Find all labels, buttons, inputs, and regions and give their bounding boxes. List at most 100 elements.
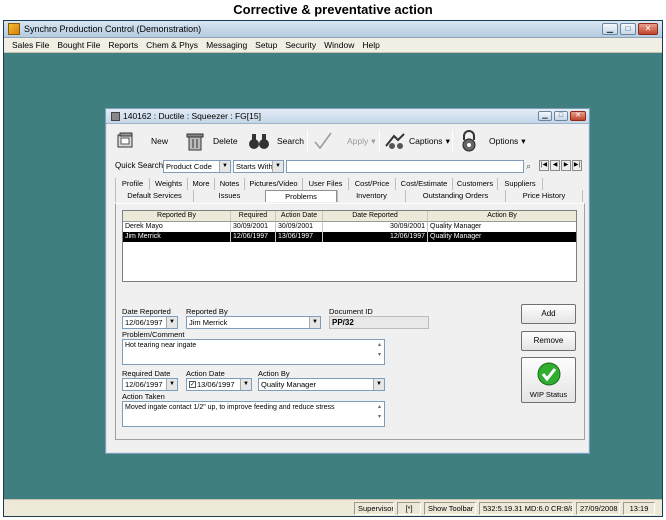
date-reported-label: Date Reported: [122, 307, 171, 316]
tab-more[interactable]: More: [187, 178, 214, 190]
tab-default-services[interactable]: Default Services: [115, 190, 193, 202]
child-title-bar: 140162 : Ductile : Squeezer : FG[15] ▁ □…: [106, 109, 589, 124]
tab-price-history[interactable]: Price History: [505, 190, 583, 202]
first-record-icon[interactable]: |◀: [539, 160, 549, 171]
chevron-down-icon: ▼: [373, 379, 384, 390]
menu-security[interactable]: Security: [281, 38, 320, 52]
table-row-selected[interactable]: Jim Merrick 12/06/1997 13/06/1997 12/06/…: [123, 232, 576, 242]
tab-cost-estimate[interactable]: Cost/Estimate: [395, 178, 452, 190]
column-header-action-by[interactable]: Action By: [428, 211, 576, 221]
wip-status-button[interactable]: WIP Status: [521, 357, 576, 403]
menu-window[interactable]: Window: [320, 38, 358, 52]
captions-label: Captions: [409, 136, 443, 146]
cell-action-date: 13/06/1997: [276, 232, 323, 242]
required-date-field[interactable]: 12/06/1997 ▼: [122, 378, 178, 391]
binoculars-icon: [249, 134, 269, 149]
table-row[interactable]: Derek Mayo 30/09/2001 30/09/2001 30/09/2…: [123, 222, 576, 232]
action-by-select[interactable]: Quality Manager ▼: [258, 378, 385, 391]
action-taken-memo[interactable]: Moved ingate contact 1/2" up, to improve…: [122, 401, 385, 427]
new-button[interactable]: New: [116, 128, 168, 154]
cell-required: 30/09/2001: [231, 222, 276, 232]
quick-search-input[interactable]: [286, 160, 524, 173]
tab-customers[interactable]: Customers: [452, 178, 497, 190]
toolbar-separator: [307, 130, 308, 152]
cell-action-date: 30/09/2001: [276, 222, 323, 232]
reported-by-value: Jim Merrick: [189, 318, 228, 327]
tab-notes[interactable]: Notes: [214, 178, 244, 190]
action-date-value: 13/06/1997: [197, 380, 235, 389]
column-header-action-date[interactable]: Action Date: [276, 211, 323, 221]
chevron-down-icon: ▼: [309, 317, 320, 328]
magnifier-icon[interactable]: ⌕: [526, 161, 531, 172]
tab-pictures-video[interactable]: Pictures/Video: [244, 178, 302, 190]
minimize-icon[interactable]: ▁: [602, 23, 618, 35]
action-date-checkbox[interactable]: ✓: [189, 381, 196, 388]
tab-row-2: Default Services Issues Problems Invento…: [115, 190, 583, 202]
tab-suppliers[interactable]: Suppliers: [497, 178, 543, 190]
column-header-reported-by[interactable]: Reported By: [123, 211, 231, 221]
document-icon: [111, 112, 120, 121]
menu-chem-phys[interactable]: Chem & Phys: [142, 38, 202, 52]
next-record-icon[interactable]: ▶: [561, 160, 571, 171]
menu-reports[interactable]: Reports: [104, 38, 142, 52]
padlock-icon: [462, 130, 476, 152]
tab-inventory[interactable]: Inventory: [337, 190, 405, 202]
action-date-field[interactable]: ✓ 13/06/1997 ▼: [186, 378, 252, 391]
tab-user-files[interactable]: User Files: [302, 178, 348, 190]
problem-comment-label: Problem/Comment: [122, 330, 185, 339]
menu-messaging[interactable]: Messaging: [202, 38, 251, 52]
memo-scrollbar[interactable]: ▴ ▾: [375, 340, 384, 364]
add-button[interactable]: Add: [521, 304, 576, 324]
status-user: Supervisor: [354, 502, 394, 515]
date-reported-field[interactable]: 12/06/1997 ▼: [122, 316, 178, 329]
memo-scrollbar[interactable]: ▴ ▾: [375, 402, 384, 426]
chevron-down-icon: ▼: [219, 161, 230, 172]
new-label: New: [151, 136, 169, 146]
options-label: Options: [489, 136, 519, 146]
quick-search-field-value: Product Code: [166, 162, 212, 171]
close-icon[interactable]: ✕: [638, 23, 658, 35]
tab-outstanding-orders[interactable]: Outstanding Orders: [405, 190, 505, 202]
status-version: 532:5.19.31 MD:6.0 CR:8/8.5: [479, 502, 573, 515]
quick-search-field-select[interactable]: Product Code ▼: [163, 160, 231, 173]
captions-button[interactable]: Captions ▾: [384, 128, 450, 154]
tab-weights[interactable]: Weights: [149, 178, 187, 190]
apply-label: Apply: [347, 136, 369, 146]
maximize-icon[interactable]: □: [620, 23, 636, 35]
apply-button[interactable]: Apply ▾: [312, 128, 376, 154]
cell-required: 12/06/1997: [231, 232, 276, 242]
app-title-bar: Synchro Production Control (Demonstratio…: [4, 21, 662, 38]
new-record-icon: [117, 132, 133, 148]
previous-record-icon[interactable]: ◀: [550, 160, 560, 171]
child-maximize-icon[interactable]: □: [554, 111, 568, 121]
search-label: Search: [277, 136, 304, 146]
status-show-toolbar[interactable]: Show Toolbar: [424, 502, 476, 515]
search-button[interactable]: Search: [248, 128, 304, 154]
action-taken-label: Action Taken: [122, 392, 165, 401]
child-title: 140162 : Ductile : Squeezer : FG[15]: [123, 111, 261, 121]
child-close-icon[interactable]: ✕: [570, 111, 586, 121]
last-record-icon[interactable]: ▶|: [572, 160, 582, 171]
quick-search-mode-select[interactable]: Starts With ▼: [233, 160, 284, 173]
problems-grid[interactable]: Reported By Required Action Date Date Re…: [122, 210, 577, 282]
reported-by-select[interactable]: Jim Merrick ▼: [186, 316, 321, 329]
quick-search-mode-value: Starts With: [236, 162, 273, 171]
tab-problems[interactable]: Problems: [265, 190, 337, 202]
tab-issues[interactable]: Issues: [193, 190, 265, 202]
remove-button[interactable]: Remove: [521, 331, 576, 351]
delete-button[interactable]: Delete: [184, 128, 238, 154]
problem-comment-text: Hot tearing near ingate: [125, 342, 197, 349]
menu-bought-file[interactable]: Bought File: [53, 38, 104, 52]
column-header-date-reported[interactable]: Date Reported: [323, 211, 428, 221]
tab-cost-price[interactable]: Cost/Price: [348, 178, 395, 190]
menu-sales-file[interactable]: Sales File: [8, 38, 53, 52]
cell-action-by: Quality Manager: [430, 223, 482, 230]
child-minimize-icon[interactable]: ▁: [538, 111, 552, 121]
column-header-required[interactable]: Required: [231, 211, 276, 221]
options-button[interactable]: Options ▾: [458, 128, 526, 154]
menu-help[interactable]: Help: [358, 38, 383, 52]
problem-comment-memo[interactable]: Hot tearing near ingate ▴ ▾: [122, 339, 385, 365]
tab-profile[interactable]: Profile: [115, 178, 149, 190]
menu-setup[interactable]: Setup: [251, 38, 281, 52]
page-title: Corrective & preventative action: [233, 2, 433, 17]
